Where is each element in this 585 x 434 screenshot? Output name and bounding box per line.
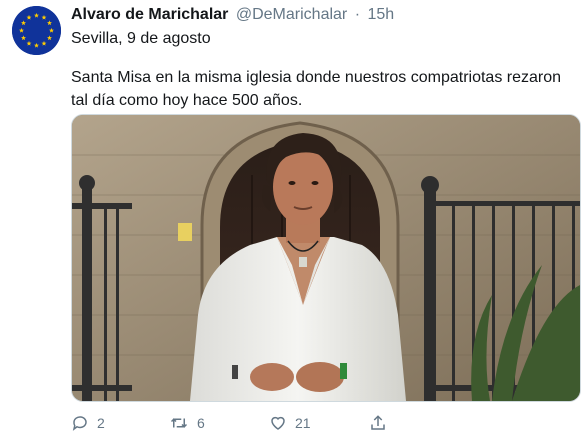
video-thumbnail[interactable]	[71, 114, 581, 402]
video-scene	[72, 115, 580, 401]
retweet-button[interactable]: 6	[169, 414, 205, 432]
author-handle[interactable]: @DeMarichalar	[236, 6, 347, 23]
avatar[interactable]	[12, 6, 61, 55]
share-button[interactable]	[369, 414, 387, 432]
tweet-actions: 2 6 21	[71, 414, 491, 434]
eu-flag-avatar-icon	[12, 6, 61, 55]
retweet-icon	[170, 418, 188, 428]
tweet[interactable]: Alvaro de Marichalar @DeMarichalar · 15h…	[0, 0, 585, 431]
like-count: 21	[295, 415, 311, 431]
author-name[interactable]: Alvaro de Marichalar	[71, 6, 228, 23]
like-button[interactable]: 21	[269, 414, 311, 432]
retweet-count: 6	[197, 415, 205, 431]
reply-count: 2	[97, 415, 105, 431]
tweet-header: Alvaro de Marichalar @DeMarichalar · 15h	[71, 6, 394, 24]
separator-dot: ·	[354, 6, 361, 23]
like-icon	[271, 416, 285, 430]
share-icon	[371, 415, 385, 430]
tweet-timestamp[interactable]: 15h	[367, 6, 394, 23]
reply-button[interactable]: 2	[71, 414, 105, 432]
tweet-text: Santa Misa en la misma iglesia donde nue…	[71, 69, 562, 109]
reply-icon	[72, 416, 87, 431]
tweet-location-line: Sevilla, 9 de agosto	[71, 30, 211, 47]
